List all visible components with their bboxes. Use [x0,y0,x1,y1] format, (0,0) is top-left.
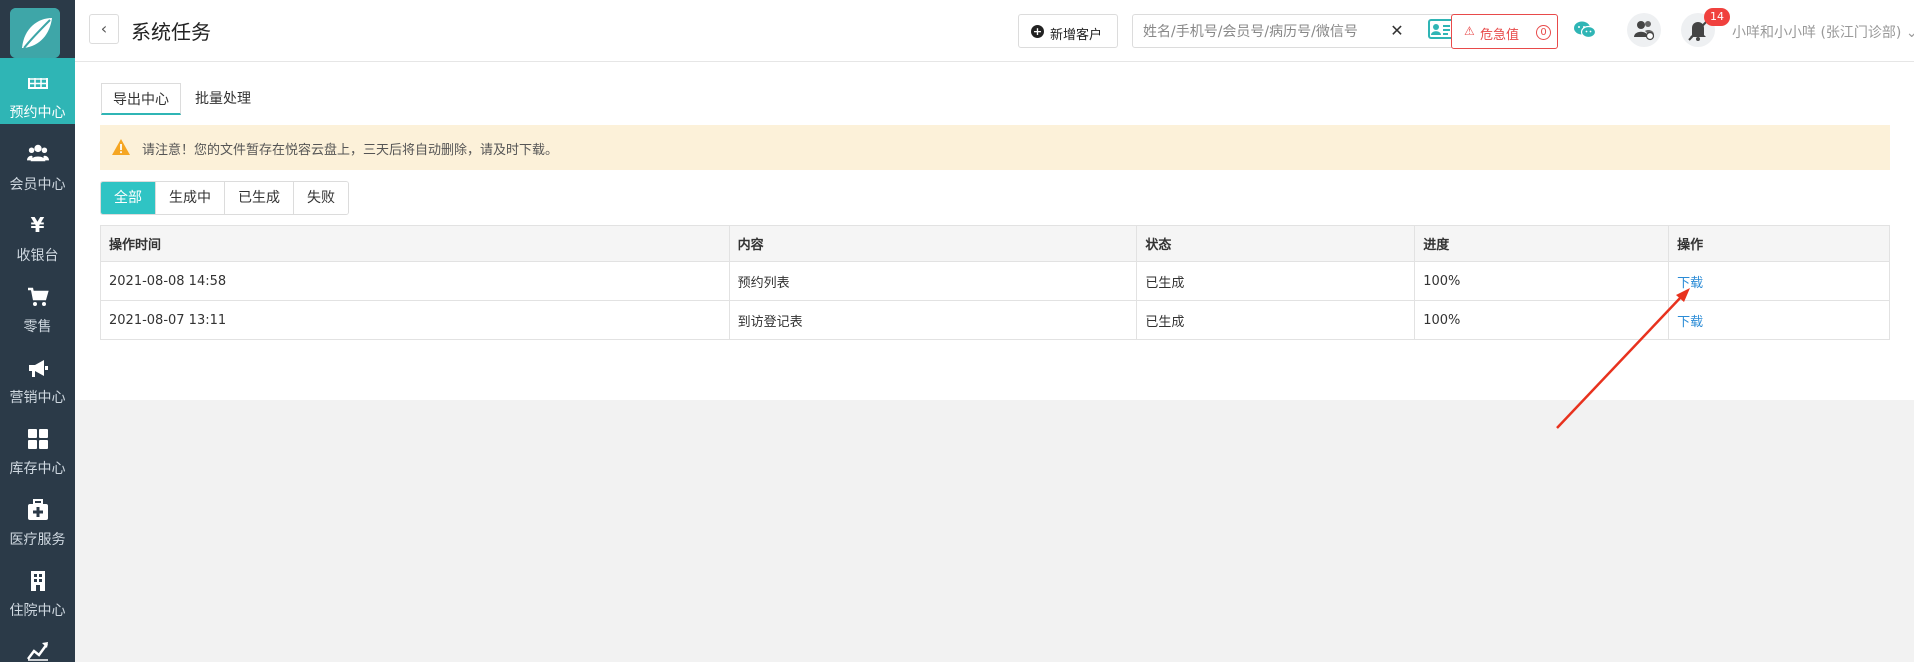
staff-group-icon[interactable] [1627,13,1661,47]
sidebar-item-label: 医疗服务 [9,532,66,548]
download-link[interactable]: 下载 [1677,315,1703,330]
grid-icon [0,428,75,452]
warning-icon [112,139,130,155]
building-icon [0,570,75,594]
megaphone-icon [0,357,75,381]
clear-icon[interactable]: ✕ [1387,20,1407,42]
sidebar-item-members[interactable]: 会员中心 [0,124,75,194]
page-title: 系统任务 [131,20,211,44]
cell-action: 下载 [1668,300,1890,340]
sidebar-item-label: 零售 [23,319,52,335]
column-header-content: 内容 [728,225,1138,262]
back-button[interactable]: ‹ [89,14,119,44]
cell-progress: 100% [1414,261,1670,301]
wechat-icon[interactable] [1571,16,1601,46]
critical-value-label: 危急值 [1480,28,1520,43]
sidebar-item-label: 收银台 [16,248,59,264]
sidebar-item-retail[interactable]: 零售 [0,266,75,336]
table-header-row: 操作时间 内容 状态 进度 操作 [100,225,1890,262]
cell-progress: 100% [1414,300,1670,340]
sidebar-item-label: 住院中心 [9,603,66,619]
critical-value-count: 0 [1536,25,1551,40]
medical-kit-icon [0,499,75,523]
members-icon [0,142,75,166]
tab-export-center[interactable]: 导出中心 [101,83,181,115]
calendar-icon [0,78,75,96]
cell-action: 下载 [1668,261,1890,301]
sidebar-item-label: 营销中心 [9,390,66,406]
sidebar-item-medical[interactable]: 医疗服务 [0,479,75,549]
trend-icon [0,639,75,662]
status-filter-group: 全部 生成中 已生成 失败 [100,181,349,215]
cell-time: 2021-08-07 13:11 [100,300,730,340]
sidebar-item-cashier[interactable]: ¥ 收银台 [0,195,75,265]
main-content: 导出中心 批量处理 请注意！您的文件暂存在悦容云盘上，三天后将自动删除，请及时下… [75,62,1914,400]
column-header-action: 操作 [1668,225,1890,262]
sidebar-item-label: 预约中心 [9,105,66,121]
add-customer-button[interactable]: + 新增客户 [1018,14,1118,48]
search-input[interactable] [1143,21,1383,43]
sidebar-item-label: 库存中心 [9,461,66,477]
customer-search-box: ✕ [1132,14,1474,48]
sidebar-item-appointments[interactable]: 预约中心 [0,58,75,124]
tab-batch-processing[interactable]: 批量处理 [184,83,262,115]
sidebar-item-label: 会员中心 [9,177,66,193]
sidebar-item-reports[interactable] [0,621,75,662]
user-account-menu[interactable]: 小咩和小小咩 (张江门诊部) ⌄ [1732,22,1914,42]
table-row: 2021-08-08 14:58 预约列表 已生成 100% 下载 [100,261,1890,301]
notification-count-badge: 14 [1704,8,1730,26]
sidebar-item-inventory[interactable]: 库存中心 [0,408,75,478]
column-header-status: 状态 [1136,225,1416,262]
cell-status: 已生成 [1136,261,1416,301]
cell-content: 到访登记表 [728,300,1138,340]
yen-icon: ¥ [30,213,45,237]
table-row: 2021-08-07 13:11 到访登记表 已生成 100% 下载 [100,300,1890,340]
download-link[interactable]: 下载 [1677,276,1703,291]
critical-value-button[interactable]: ⚠ 危急值 0 [1451,14,1558,49]
alert-icon: ⚠ [1464,24,1475,38]
sidebar: 预约中心 会员中心 ¥ 收银台 零售 营销中心 库存中心 医疗服务 住院中心 [0,0,75,662]
column-header-progress: 进度 [1414,225,1670,262]
notice-text: 请注意！您的文件暂存在悦容云盘上，三天后将自动删除，请及时下载。 [142,143,559,158]
filter-generating[interactable]: 生成中 [156,182,225,214]
leaf-logo-icon [10,8,60,58]
task-table: 操作时间 内容 状态 进度 操作 2021-08-08 14:58 预约列表 已… [100,225,1890,340]
sidebar-item-inpatient[interactable]: 住院中心 [0,550,75,620]
notice-banner: 请注意！您的文件暂存在悦容云盘上，三天后将自动删除，请及时下载。 [100,125,1890,170]
cell-status: 已生成 [1136,300,1416,340]
sidebar-item-marketing[interactable]: 营销中心 [0,337,75,407]
cell-content: 预约列表 [728,261,1138,301]
app-logo[interactable] [10,8,60,58]
add-customer-label: 新增客户 [1050,28,1103,43]
filter-all[interactable]: 全部 [101,182,156,214]
filter-generated[interactable]: 已生成 [225,182,294,214]
filter-failed[interactable]: 失败 [294,182,348,214]
cart-icon [0,286,75,310]
plus-circle-icon: + [1031,25,1044,38]
column-header-time: 操作时间 [100,225,730,262]
cell-time: 2021-08-08 14:58 [100,261,730,301]
